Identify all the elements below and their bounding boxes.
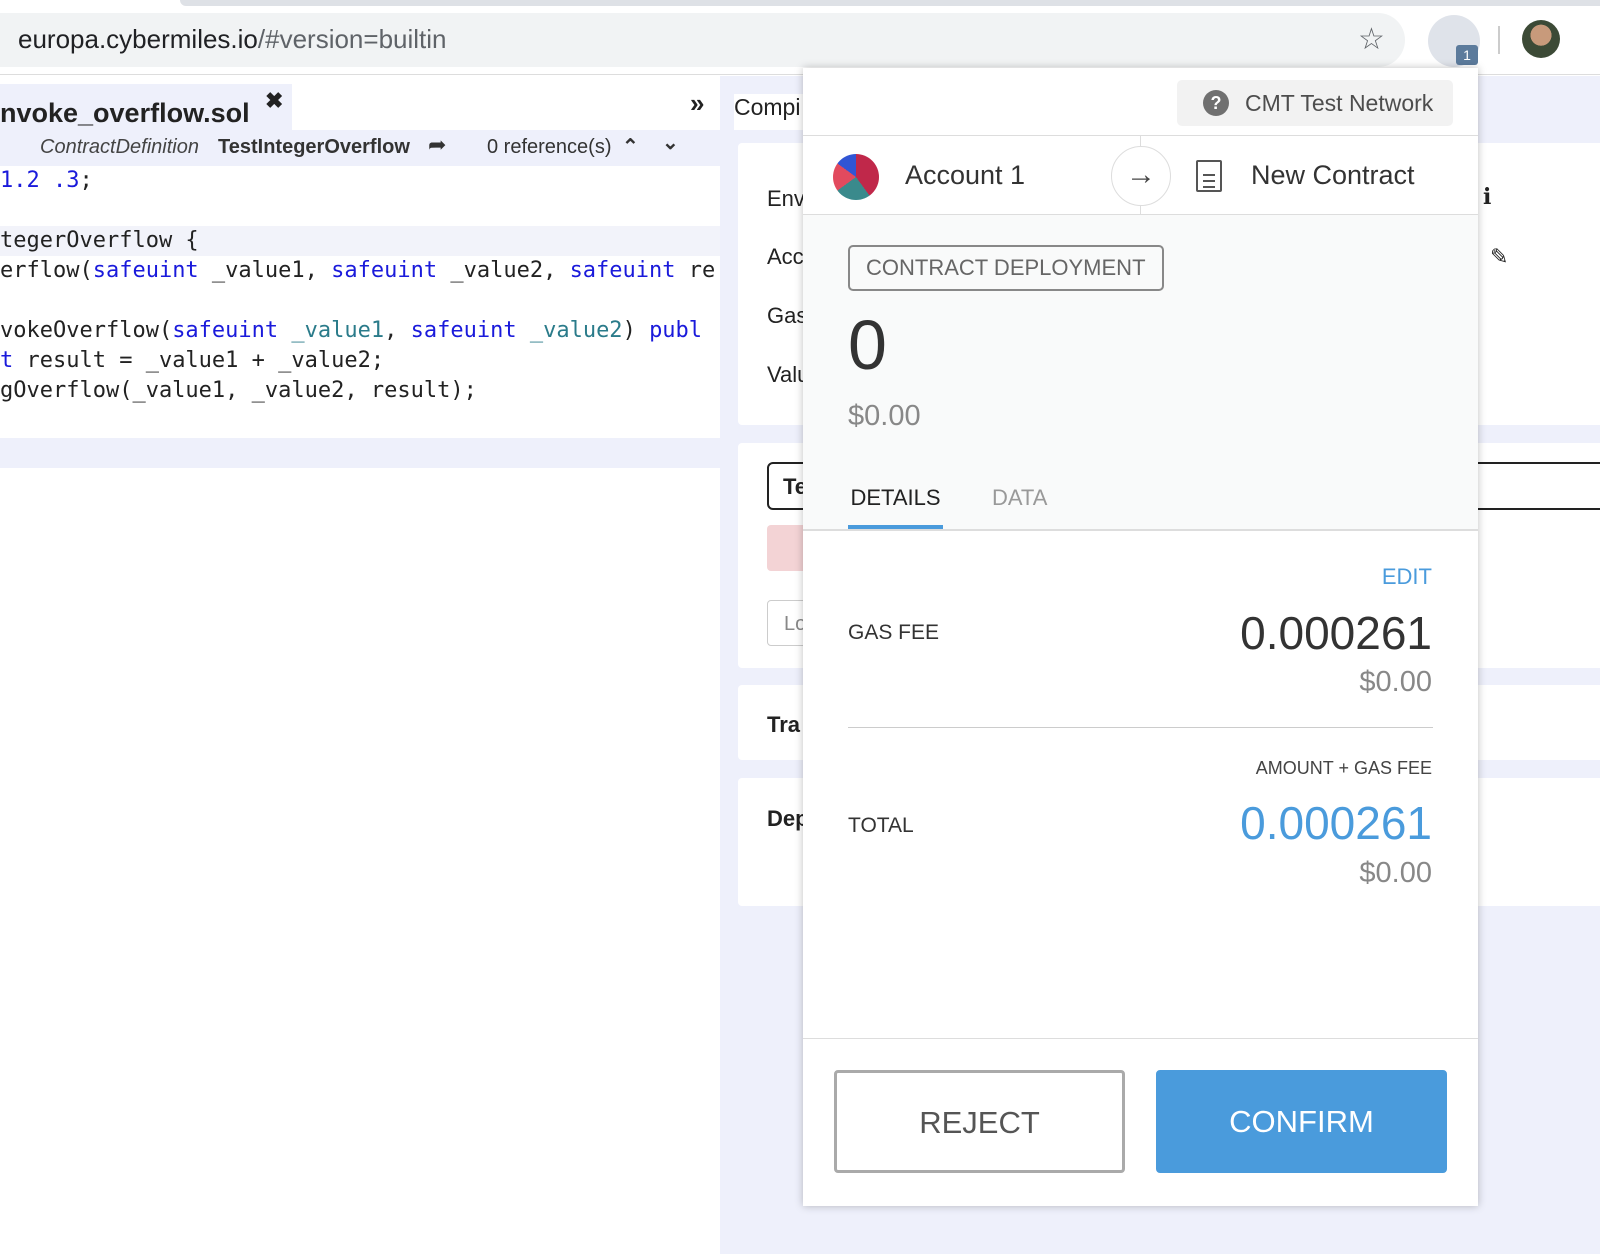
amount-usd: $0.00 <box>848 400 921 432</box>
help-icon: ? <box>1203 90 1229 116</box>
gas-fee-label: GAS FEE <box>848 621 940 644</box>
code-token: _value2 <box>516 318 623 343</box>
definition-kind: ContractDefinition <box>40 136 199 158</box>
code-line[interactable]: erflow(safeuint _value1, safeuint _value… <box>0 256 715 286</box>
editor-footer-band <box>0 438 720 468</box>
previous-reference-icon[interactable]: ⌃ <box>622 134 639 159</box>
profile-avatar[interactable] <box>1522 20 1560 58</box>
code-token: _value2, <box>437 258 570 283</box>
code-line[interactable]: tegerOverflow { <box>0 226 720 256</box>
code-token: ) <box>622 318 650 343</box>
network-name: CMT Test Network <box>1245 89 1434 116</box>
tab-strip <box>180 0 1600 6</box>
code-line[interactable]: 1.2 .3; <box>0 166 106 196</box>
extension-badge: 1 <box>1456 45 1478 65</box>
code-token: _value1 <box>278 318 385 343</box>
total-label: TOTAL <box>848 814 914 837</box>
label-gas: Gas <box>767 303 808 328</box>
gas-fee-value: 0.000261 <box>1240 607 1432 659</box>
code-token: , <box>384 318 411 343</box>
collapse-panel-icon[interactable]: » <box>690 88 704 119</box>
code-token: _value1, <box>198 258 332 283</box>
confirm-button[interactable]: CONFIRM <box>1156 1070 1447 1173</box>
account-name: Account 1 <box>905 160 1026 190</box>
divider <box>848 727 1433 728</box>
network-selector[interactable]: ? CMT Test Network <box>1177 80 1453 126</box>
code-token: tegerOverflow { <box>0 228 199 253</box>
code-token: publ <box>649 318 703 343</box>
code-token: re <box>675 258 716 283</box>
label-environment: Env <box>767 186 805 211</box>
total-usd: $0.00 <box>1359 857 1432 889</box>
gas-fee-usd: $0.00 <box>1359 666 1432 698</box>
file-tab-name[interactable]: nvoke_overflow.sol <box>0 98 250 129</box>
edit-icon[interactable]: ✎ <box>1490 244 1508 270</box>
code-token: 1.2 .3 <box>0 168 80 193</box>
code-token: erflow( <box>0 258 93 283</box>
transactions-heading: Tra <box>767 712 801 737</box>
tab-details[interactable]: DETAILS <box>848 485 943 529</box>
definition-name: TestIntegerOverflow <box>218 136 410 158</box>
url-text[interactable]: europa.cybermiles.io/#version=builtin <box>18 24 447 55</box>
definition-bar: ContractDefinition TestIntegerOverflow ➦… <box>0 130 720 166</box>
footer-divider <box>803 1038 1478 1039</box>
code-token: vokeOverflow( <box>0 318 173 343</box>
code-line[interactable]: t result = _value1 + _value2; <box>0 346 384 376</box>
code-token: ; <box>79 168 106 193</box>
total-caption: AMOUNT + GAS FEE <box>1255 758 1432 778</box>
url-path: /#version=builtin <box>257 24 447 54</box>
load-address-input[interactable]: Lo <box>767 600 807 646</box>
code-token: safeuint <box>331 258 438 283</box>
label-account: Acc <box>767 244 804 269</box>
code-token: safeuint <box>172 318 279 343</box>
total-value: 0.000261 <box>1240 797 1432 849</box>
amount: 0 <box>848 306 887 384</box>
goto-definition-icon[interactable]: ➦ <box>428 132 446 158</box>
references-count: 0 reference(s) <box>487 136 612 158</box>
code-token: safeuint <box>569 258 676 283</box>
code-line[interactable]: gOverflow(_value1, _value2, result); <box>0 376 477 406</box>
arrow-right-icon: → <box>1111 146 1171 206</box>
url-host: europa.cybermiles.io <box>18 24 258 54</box>
deploy-button[interactable] <box>767 525 807 571</box>
code-token: safeuint <box>410 318 517 343</box>
code-line[interactable]: vokeOverflow(safeuint _value1, safeuint … <box>0 316 702 346</box>
account-identicon <box>833 154 879 200</box>
code-token: gOverflow(_value1, _value2, result); <box>0 378 477 403</box>
sender-recipient-row: Account 1 → New Contract <box>803 135 1478 216</box>
wallet-popup: ? CMT Test Network Account 1 → New Contra… <box>803 68 1478 1206</box>
close-tab-icon[interactable]: ✖ <box>265 88 283 114</box>
next-reference-icon[interactable]: ⌄ <box>662 130 679 155</box>
edit-gas-link[interactable]: EDIT <box>1382 564 1432 590</box>
transaction-type-badge: CONTRACT DEPLOYMENT <box>848 245 1164 291</box>
info-icon[interactable]: i <box>1483 184 1491 210</box>
reject-button[interactable]: REJECT <box>834 1070 1125 1173</box>
code-token: result = _value1 + _value2; <box>13 348 385 373</box>
toolbar-separator <box>1498 26 1500 54</box>
recipient-name: New Contract <box>1251 160 1415 190</box>
code-token: t <box>0 348 14 373</box>
tab-data[interactable]: DATA <box>992 485 1047 511</box>
code-editor[interactable]: 1.2 .3; tegerOverflow {erflow(safeuint _… <box>0 166 720 438</box>
transaction-summary: CONTRACT DEPLOYMENT 0 $0.00 DETAILS DATA <box>803 215 1478 531</box>
bookmark-star-icon[interactable]: ☆ <box>1358 22 1385 57</box>
code-token: safeuint <box>92 258 199 283</box>
document-icon <box>1196 160 1222 192</box>
